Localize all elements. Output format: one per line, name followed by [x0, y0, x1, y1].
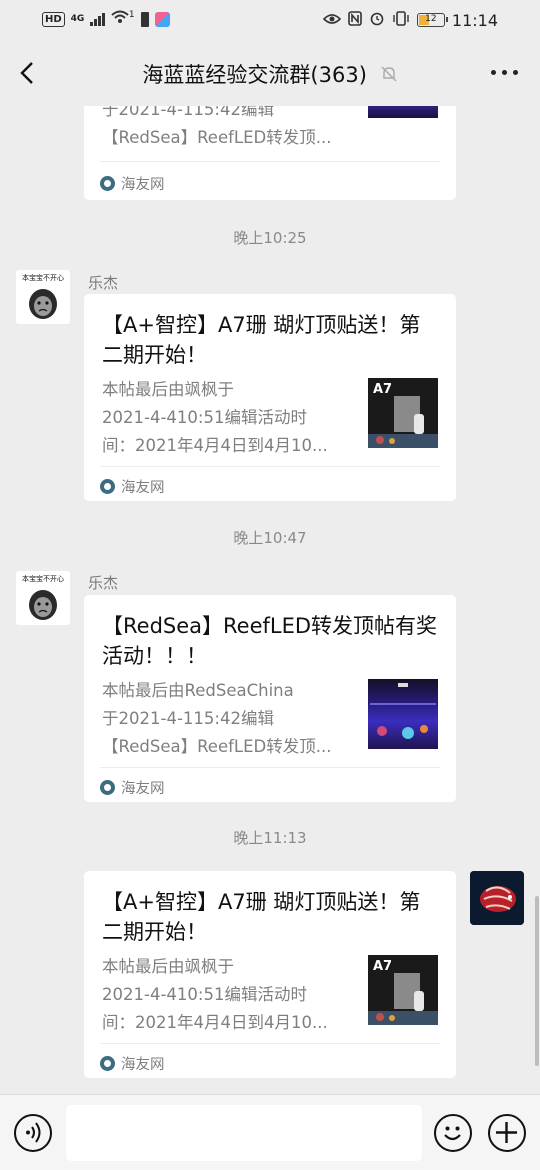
battery-alert-icon [140, 11, 149, 27]
chat-title-text: 海蓝蓝经验交流群(363) [142, 63, 367, 87]
timestamp: 晚上10:47 [233, 529, 307, 547]
card-source: 海友网 [100, 173, 165, 194]
clock: 11:14 [451, 10, 498, 30]
signal-sub: 1 [128, 10, 135, 20]
card-thumbnail [368, 106, 438, 118]
card-title: 【A+智控】A7珊 瑚灯顶贴送！第二期开始！ [102, 313, 421, 367]
card-description: 本帖最后由RedSeaChina 于2021-4-115:42编辑 【RedSe… [102, 681, 332, 756]
source-logo-icon [100, 176, 115, 191]
svg-text:本宝宝不开心: 本宝宝不开心 [22, 574, 64, 583]
voice-icon [26, 1122, 41, 1143]
plus-icon [496, 1122, 517, 1143]
chat-title: 海蓝蓝经验交流群(363) [0, 59, 540, 89]
link-card[interactable]: 【A+智控】A7珊 瑚灯顶贴送！第二期开始！ 本帖最后由飒枫于 2021-4-4… [84, 294, 456, 501]
avatar[interactable]: 本宝宝不开心 [16, 270, 70, 324]
source-logo-icon [100, 479, 115, 494]
svg-text:A7: A7 [373, 959, 392, 974]
link-card[interactable]: 【RedSea】ReefLED转发顶帖有奖活动！！！ 本帖最后由RedSeaCh… [84, 595, 456, 802]
more-button[interactable] [491, 70, 518, 75]
link-card[interactable]: 【A+智控】A7珊 瑚灯顶贴送！第二期开始！ 本帖最后由飒枫于 2021-4-4… [84, 871, 456, 1078]
bell-off-icon [380, 64, 398, 88]
card-source: 海友网 [100, 476, 165, 497]
plus-button[interactable] [488, 1114, 526, 1152]
chat-area[interactable]: 于2021-4-115:42编辑 【RedSea】ReefLED转发顶... 海… [0, 106, 540, 1094]
input-bar [0, 1094, 540, 1170]
status-bar: HD 4G 1 12 11:14 [0, 0, 540, 40]
timestamp: 晚上11:13 [233, 829, 307, 847]
eye-icon [322, 11, 342, 29]
card-description: 本帖最后由飒枫于 2021-4-410:51编辑活动时 间：2021年4月4日到… [102, 957, 328, 1032]
link-card[interactable]: 于2021-4-115:42编辑 【RedSea】ReefLED转发顶... 海… [84, 106, 456, 200]
card-title: 【A+智控】A7珊 瑚灯顶贴送！第二期开始！ [102, 890, 421, 944]
hd-icon: HD [42, 11, 65, 27]
avatar[interactable]: 本宝宝不开心 [16, 571, 70, 625]
sender-name: 乐杰 [88, 274, 119, 292]
sender-name: 乐杰 [88, 574, 119, 592]
vibrate-icon [392, 10, 410, 30]
card-description: 于2021-4-115:42编辑 【RedSea】ReefLED转发顶... [102, 106, 332, 147]
battery-icon: 12 [416, 13, 448, 27]
network-type: 4G [70, 14, 85, 24]
message-input[interactable] [66, 1105, 422, 1161]
card-divider [100, 466, 440, 467]
avatar[interactable] [470, 871, 524, 925]
alarm-icon [369, 10, 385, 30]
card-divider [100, 1043, 440, 1044]
svg-text:A7: A7 [373, 382, 392, 397]
card-description: 本帖最后由飒枫于 2021-4-410:51编辑活动时 间：2021年4月4日到… [102, 380, 328, 455]
card-divider [100, 767, 440, 768]
source-logo-icon [100, 780, 115, 795]
wifi-icon [111, 10, 129, 28]
nfc-icon [348, 10, 362, 30]
signal-icon [90, 12, 105, 26]
card-divider [100, 161, 440, 162]
svg-text:本宝宝不开心: 本宝宝不开心 [22, 273, 64, 282]
card-title: 【RedSea】ReefLED转发顶帖有奖活动！！！ [102, 614, 438, 668]
card-thumbnail: A7 [368, 955, 438, 1025]
card-source: 海友网 [100, 777, 165, 798]
emoji-icon [444, 1126, 461, 1141]
emoji-button[interactable] [434, 1114, 472, 1152]
source-logo-icon [100, 1056, 115, 1071]
timestamp: 晚上10:25 [233, 229, 307, 247]
more-dots-icon [491, 70, 496, 75]
voice-button[interactable] [14, 1114, 52, 1152]
card-thumbnail [368, 679, 438, 749]
card-thumbnail: A7 [368, 378, 438, 448]
scrollbar[interactable] [535, 896, 539, 1066]
nav-bar: 海蓝蓝经验交流群(363) [0, 40, 540, 106]
app-notification-icon [154, 11, 170, 27]
card-source: 海友网 [100, 1053, 165, 1074]
